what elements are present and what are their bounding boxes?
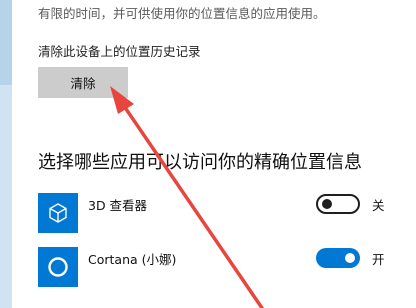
app-row-cortana: Cortana (小娜) 开: [38, 247, 398, 287]
cube-icon: [38, 193, 78, 233]
toggle-state-label: 开: [372, 252, 385, 267]
app-name: 3D 查看器: [88, 198, 148, 213]
toggle-state-label: 关: [372, 198, 385, 213]
app-name: Cortana (小娜): [88, 252, 177, 267]
location-description: 有限的时间，并可供使用你的位置信息的应用使用。: [38, 6, 326, 21]
toggle-knob: [345, 253, 355, 263]
location-history-label: 清除此设备上的位置历史记录: [38, 44, 201, 59]
left-scroll-rail[interactable]: [0, 0, 12, 308]
location-toggle-cortana[interactable]: [316, 248, 360, 268]
location-toggle-3d-viewer[interactable]: [316, 194, 360, 214]
app-row-3d-viewer: 3D 查看器 关: [38, 193, 398, 233]
toggle-knob: [322, 199, 332, 209]
app-access-heading: 选择哪些应用可以访问你的精确位置信息: [38, 152, 362, 173]
cortana-ring-icon: [38, 247, 78, 287]
scrollbar-thumb[interactable]: [0, 0, 12, 85]
clear-history-button[interactable]: 清除: [38, 67, 128, 98]
